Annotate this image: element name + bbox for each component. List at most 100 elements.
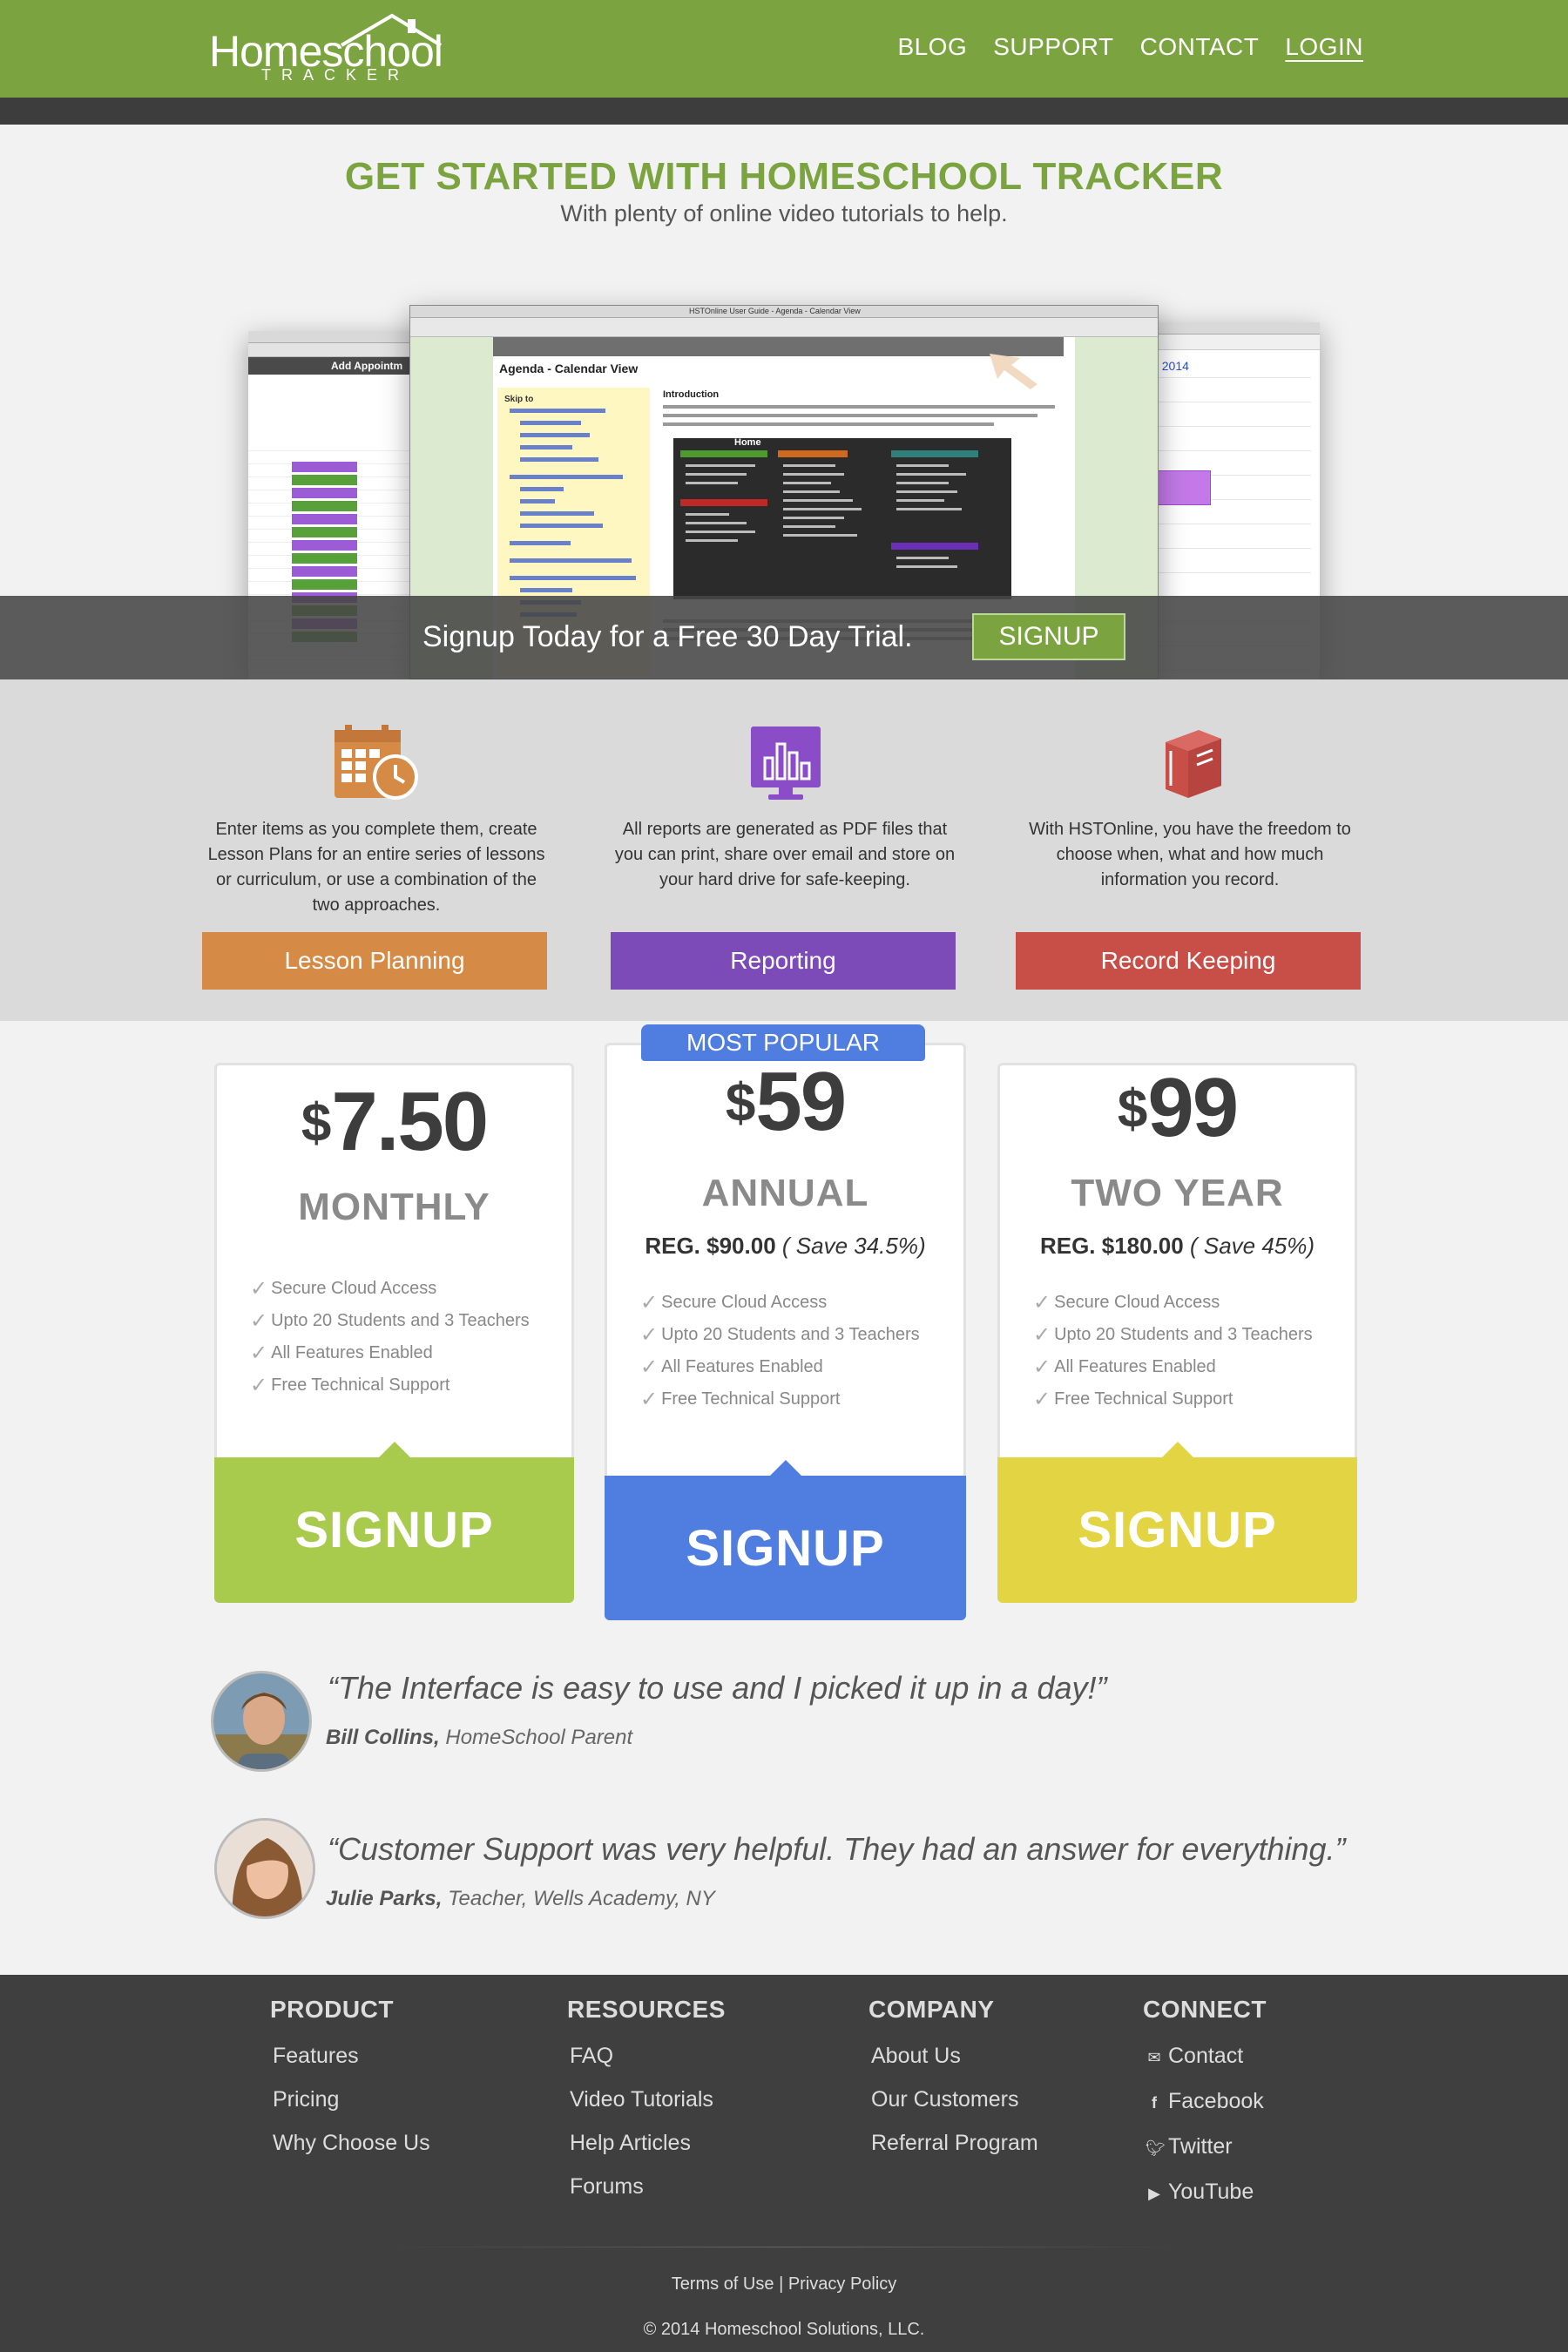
footer-link-video-tutorials[interactable]: Video Tutorials	[567, 2078, 726, 2121]
nav-contact[interactable]: CONTACT	[1140, 33, 1260, 61]
footer-link-facebook[interactable]: f Facebook	[1143, 2079, 1267, 2125]
footer-link-our-customers[interactable]: Our Customers	[868, 2078, 1038, 2121]
hero-subtitle: With plenty of online video tutorials to…	[560, 200, 1008, 226]
bar-chart-icon	[751, 727, 821, 800]
footer-link-forums[interactable]: Forums	[567, 2165, 726, 2208]
testimonial-quote: “Customer Support was very helpful. They…	[328, 1831, 1346, 1867]
footer-link-youtube[interactable]: ▶ YouTube	[1143, 2170, 1267, 2215]
plan-price: $99	[1117, 1061, 1239, 1154]
calendar-event	[1154, 470, 1211, 505]
footer-link-help-articles[interactable]: Help Articles	[567, 2121, 726, 2165]
monthly-signup-button[interactable]: SIGNUP	[214, 1457, 574, 1603]
feature-text: With HSTOnline, you have the freedom to …	[1029, 820, 1351, 889]
main-window-title: HSTOnline User Guide - Agenda - Calendar…	[689, 307, 861, 315]
footer-link-why-choose-us[interactable]: Why Choose Us	[270, 2121, 430, 2165]
trial-signup-button[interactable]: SIGNUP	[972, 613, 1125, 660]
two-year-signup-button[interactable]: SIGNUP	[997, 1457, 1357, 1603]
nav-menu-preview: Home	[673, 437, 1011, 599]
testimonial-quote: “The Interface is easy to use and I pick…	[328, 1670, 1107, 1706]
checkmark-icon: ✓	[1033, 1355, 1051, 1379]
hero-title: GET STARTED WITH HOMESCHOOL TRACKER	[344, 155, 1224, 198]
footer-column-product: PRODUCT Features Pricing Why Choose Us	[270, 1996, 430, 2165]
list-item: ✓ Free Technical Support	[250, 1369, 530, 1402]
features-section: Enter items as you complete them, create…	[0, 679, 1568, 1021]
plan-price: $7.50	[301, 1075, 489, 1168]
footer-column-company: COMPANY About Us Our Customers Referral …	[868, 1996, 1038, 2165]
calendar-clock-icon	[335, 725, 418, 800]
plan-price: $59	[725, 1055, 847, 1148]
plan-name: MONTHLY	[298, 1186, 490, 1228]
footer-link-twitter[interactable]: 🐦︎ Twitter	[1143, 2125, 1267, 2170]
annual-signup-button[interactable]: SIGNUP	[605, 1476, 966, 1620]
plan-features: ✓ Secure Cloud Access ✓ Upto 20 Students a…	[1033, 1287, 1313, 1416]
checkmark-icon: ✓	[1033, 1388, 1051, 1411]
privacy-policy-link[interactable]: Privacy Policy	[788, 2274, 896, 2294]
checkmark-icon: ✓	[250, 1309, 268, 1333]
list-item: ✓ Upto 20 Students and 3 Teachers	[640, 1319, 920, 1351]
footer-legal-links: Terms of Use | Privacy Policy	[0, 2274, 1568, 2295]
mail-icon: ✉	[1147, 2049, 1161, 2066]
plan-features: ✓ Secure Cloud Access ✓ Upto 20 Students a…	[250, 1273, 530, 1402]
footer-heading: COMPANY	[868, 1996, 995, 2023]
checkmark-icon: ✓	[250, 1374, 268, 1397]
footer-link-about-us[interactable]: About Us	[868, 2034, 1038, 2078]
feature-text: Enter items as you complete them, create…	[207, 820, 545, 915]
nav-support[interactable]: SUPPORT	[993, 33, 1113, 61]
record-keeping-button[interactable]: Record Keeping	[1016, 932, 1361, 990]
youtube-icon: ▶	[1148, 2185, 1160, 2202]
main-screen-intro: Introduction	[663, 389, 720, 400]
plan-name: ANNUAL	[701, 1172, 869, 1214]
avatar	[211, 1671, 312, 1772]
header-divider	[0, 98, 1568, 125]
copyright: © 2014 Homeschool Solutions, LLC.	[643, 2320, 925, 2339]
main-screen-home: Home	[734, 437, 761, 448]
list-item: ✓ Secure Cloud Access	[250, 1273, 530, 1305]
checkmark-icon: ✓	[1033, 1323, 1051, 1347]
arrow-pointer-icon	[990, 354, 1037, 389]
nav-login[interactable]: LOGIN	[1285, 33, 1363, 61]
footer-link-features[interactable]: Features	[270, 2034, 430, 2078]
plan-card-monthly: $7.50 MONTHLY ✓ Secure Cloud Access ✓ Upto…	[214, 1063, 574, 1603]
main-nav: BLOG SUPPORT CONTACT LOGIN	[897, 33, 1363, 61]
plan-features: ✓ Secure Cloud Access ✓ Upto 20 Students a…	[640, 1287, 920, 1416]
plan-regular-price: REG. $90.00 ( Save 34.5%)	[645, 1233, 926, 1259]
plan-name: TWO YEAR	[1071, 1172, 1284, 1214]
checkmark-icon: ✓	[640, 1291, 659, 1315]
male-portrait-icon	[213, 1673, 309, 1769]
main-screen-heading: Agenda - Calendar View	[499, 362, 639, 375]
site-logo[interactable]: Homeschool TRACKER	[207, 12, 451, 87]
terms-of-use-link[interactable]: Terms of Use	[672, 2274, 774, 2294]
list-item: ✓ Upto 20 Students and 3 Teachers	[1033, 1319, 1313, 1351]
footer-column-resources: RESOURCES FAQ Video Tutorials Help Artic…	[567, 1996, 726, 2208]
list-item: ✓ Upto 20 Students and 3 Teachers	[250, 1305, 530, 1337]
footer-column-connect: CONNECT ✉ Contact f Facebook 🐦︎ Twitter ▶ Yo…	[1143, 1996, 1267, 2215]
checkmark-icon: ✓	[250, 1277, 268, 1301]
checkmark-icon: ✓	[1033, 1291, 1051, 1315]
reporting-button[interactable]: Reporting	[611, 932, 956, 990]
avatar	[214, 1818, 315, 1919]
books-icon	[1166, 730, 1221, 798]
list-item: ✓ Secure Cloud Access	[1033, 1287, 1313, 1319]
site-footer: PRODUCT Features Pricing Why Choose Us R…	[0, 1975, 1568, 2352]
checkmark-icon: ✓	[250, 1342, 268, 1365]
facebook-icon: f	[1152, 2094, 1157, 2112]
list-item: ✓ All Features Enabled	[250, 1337, 530, 1369]
main-screen-skip: Skip to	[504, 395, 534, 404]
list-item: ✓ All Features Enabled	[640, 1351, 920, 1383]
nav-blog[interactable]: BLOG	[897, 33, 967, 61]
legal-separator: |	[779, 2274, 784, 2294]
list-item: ✓ Secure Cloud Access	[640, 1287, 920, 1319]
footer-heading: PRODUCT	[270, 1996, 394, 2023]
left-screen-heading: Add Appointm	[331, 360, 403, 372]
site-header: Homeschool TRACKER BLOG SUPPORT CONTACT …	[0, 0, 1568, 98]
footer-link-contact[interactable]: ✉ Contact	[1143, 2034, 1267, 2079]
testimonial-author: Bill Collins, HomeSchool Parent	[326, 1726, 633, 1749]
footer-link-referral-program[interactable]: Referral Program	[868, 2121, 1038, 2165]
plan-card-two-year: $99 TWO YEAR REG. $180.00 ( Save 45%) ✓ S…	[997, 1061, 1357, 1603]
footer-link-faq[interactable]: FAQ	[567, 2034, 726, 2078]
female-portrait-icon	[217, 1821, 313, 1916]
lesson-planning-button[interactable]: Lesson Planning	[202, 932, 547, 990]
footer-link-pricing[interactable]: Pricing	[270, 2078, 430, 2121]
twitter-icon: 🐦︎	[1146, 2139, 1166, 2157]
checkmark-icon: ✓	[640, 1323, 659, 1347]
